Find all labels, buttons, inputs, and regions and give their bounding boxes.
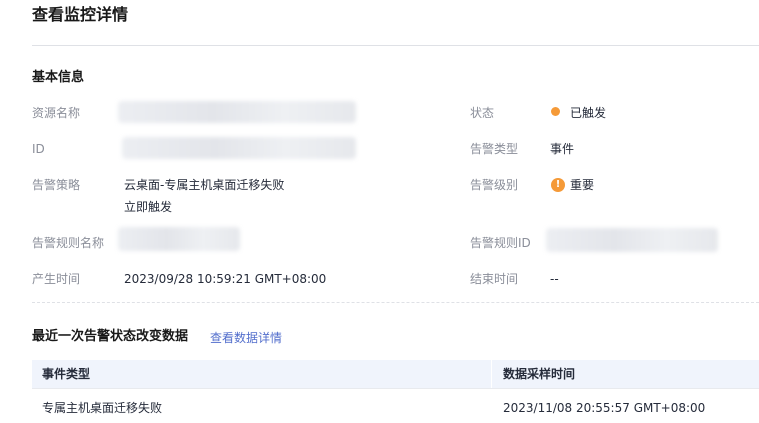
title-divider <box>32 45 759 46</box>
view-data-details-link[interactable]: 查看数据详情 <box>210 329 282 347</box>
alarm-level-label: 告警级别 <box>470 178 519 192</box>
resource-name-label: 资源名称 <box>32 106 81 120</box>
id-label: ID <box>32 142 45 156</box>
rule-id-value-redacted <box>546 228 718 252</box>
recent-change-title: 最近一次告警状态改变数据 <box>32 329 189 344</box>
created-time-label: 产生时间 <box>32 272 81 286</box>
status-value: 已触发 <box>570 106 607 120</box>
alarm-level-value: 重要 <box>570 178 595 192</box>
table-cell-event-type: 专属主机桌面迁移失败 <box>42 401 163 415</box>
table-cell-sample-time: 2023/11/08 20:55:57 GMT+08:00 <box>503 401 706 415</box>
section-divider <box>32 302 759 303</box>
alarm-type-label: 告警类型 <box>470 142 519 156</box>
table-header <box>32 360 759 388</box>
column-header-sample-time[interactable]: 数据采样时间 <box>503 360 575 388</box>
status-label: 状态 <box>470 106 495 120</box>
policy-value-line1: 云桌面-专属主机桌面迁移失败 <box>124 178 285 192</box>
header-border <box>32 388 759 389</box>
resource-name-value-redacted <box>118 101 356 123</box>
severity-important-icon: ! <box>551 178 565 192</box>
end-time-label: 结束时间 <box>470 272 519 286</box>
column-separator <box>491 360 492 388</box>
rule-name-value-redacted <box>118 227 240 251</box>
end-time-value: -- <box>550 272 559 286</box>
column-header-event-type[interactable]: 事件类型 <box>42 360 90 388</box>
id-value-redacted <box>122 137 356 159</box>
alarm-type-value: 事件 <box>550 142 575 156</box>
created-time-value: 2023/09/28 10:59:21 GMT+08:00 <box>124 272 327 286</box>
basic-info-title: 基本信息 <box>32 70 85 85</box>
rule-id-label: 告警规则ID <box>470 236 531 250</box>
status-dot-icon <box>551 107 560 116</box>
policy-value-line2: 立即触发 <box>124 200 173 214</box>
page-title: 查看监控详情 <box>32 5 129 24</box>
policy-label: 告警策略 <box>32 178 81 192</box>
rule-name-label: 告警规则名称 <box>32 236 105 250</box>
